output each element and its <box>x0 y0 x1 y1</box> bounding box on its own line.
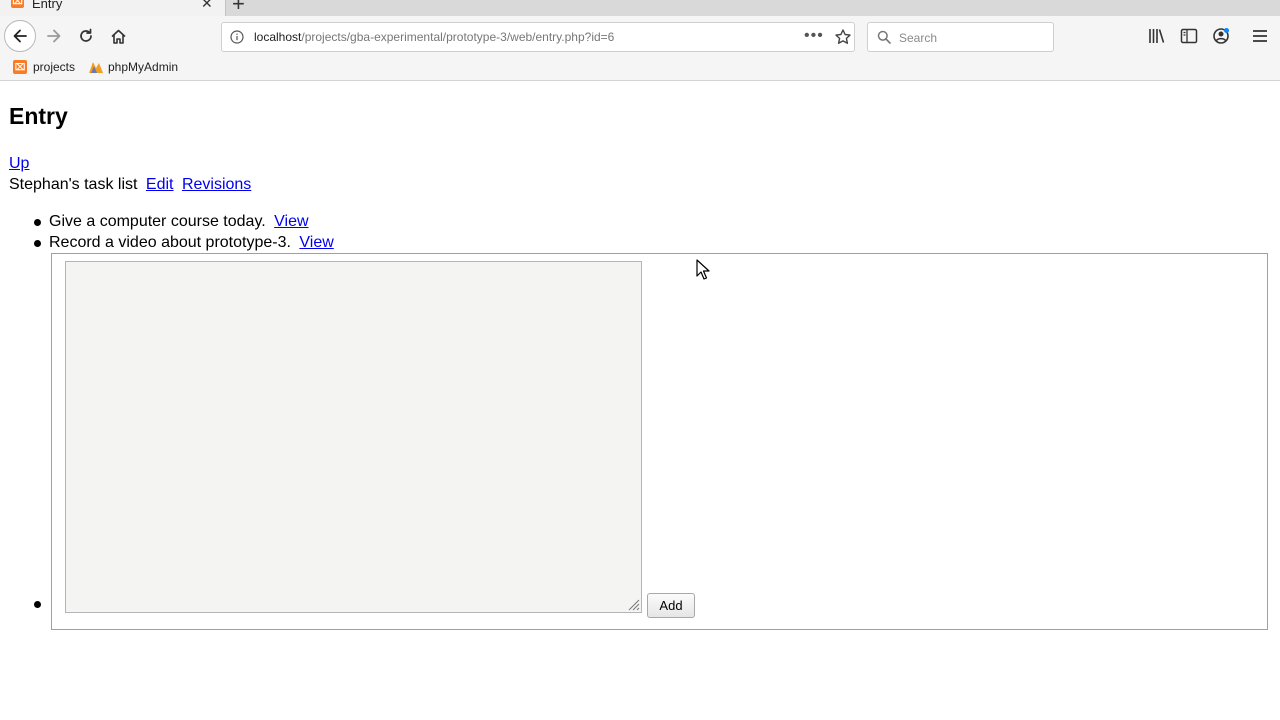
revisions-link[interactable]: Revisions <box>182 176 251 193</box>
url-path: /projects/gba-experimental/prototype-3/w… <box>301 30 615 44</box>
new-tab-button[interactable]: + <box>232 0 245 17</box>
bullet-icon <box>34 601 41 608</box>
url-bar[interactable]: localhost/projects/gba-experimental/prot… <box>221 22 855 52</box>
search-placeholder: Search <box>899 31 938 45</box>
bullet-icon <box>34 219 41 226</box>
xampp-icon: ⌧ <box>13 60 27 74</box>
bookmark-phpmyadmin[interactable]: phpMyAdmin <box>88 60 178 74</box>
back-arrow-icon <box>13 29 27 43</box>
url-text[interactable]: localhost/projects/gba-experimental/prot… <box>254 30 614 44</box>
view-link[interactable]: View <box>299 234 333 251</box>
reload-icon <box>80 28 92 42</box>
bookmarks-toolbar: ⌧ projects phpMyAdmin <box>0 58 1280 81</box>
home-icon <box>110 29 126 44</box>
mouse-cursor-icon <box>696 259 710 280</box>
search-bar[interactable]: Search <box>867 22 1054 52</box>
tab-entry[interactable]: ⌧ Entry ✕ <box>0 0 226 16</box>
xampp-icon: ⌧ <box>11 0 24 8</box>
tab-title: Entry <box>32 0 63 11</box>
view-link[interactable]: View <box>274 213 308 230</box>
new-item-textarea[interactable] <box>65 261 642 613</box>
tab-strip: ⌧ Entry ✕ + <box>0 0 1280 16</box>
bookmark-label: projects <box>33 60 76 74</box>
bookmark-label: phpMyAdmin <box>108 60 179 74</box>
bookmark-star-icon[interactable] <box>834 28 852 46</box>
list-item: Give a computer course today. View <box>49 213 309 231</box>
reload-button[interactable] <box>72 22 100 50</box>
page-actions-icon[interactable]: ••• <box>804 27 824 45</box>
forward-arrow-icon <box>47 29 61 43</box>
home-button[interactable] <box>104 22 132 50</box>
item-text: Give a computer course today. <box>49 213 266 230</box>
menu-icon[interactable] <box>1250 26 1270 46</box>
sidebar-icon[interactable] <box>1179 26 1199 46</box>
search-icon <box>877 30 891 44</box>
account-icon[interactable] <box>1211 26 1231 46</box>
close-tab-icon[interactable]: ✕ <box>201 0 213 12</box>
list-item: Record a video about prototype-3. View <box>49 234 334 252</box>
bookmark-projects[interactable]: ⌧ projects <box>13 60 75 74</box>
phpmyadmin-icon <box>89 62 103 73</box>
url-host: localhost <box>254 30 302 44</box>
edit-link[interactable]: Edit <box>146 176 174 193</box>
page-title: Entry <box>9 103 68 129</box>
entry-name: Stephan's task list <box>9 176 138 193</box>
page-content: Entry Up Stephan's task list Edit Revisi… <box>0 81 1280 720</box>
add-button[interactable]: Add <box>647 593 695 618</box>
resize-handle-icon[interactable] <box>626 597 640 611</box>
forward-button[interactable] <box>40 22 68 50</box>
item-text: Record a video about prototype-3. <box>49 234 291 251</box>
up-link[interactable]: Up <box>9 155 29 173</box>
bullet-icon <box>34 240 41 247</box>
back-button[interactable] <box>4 20 36 52</box>
library-icon[interactable] <box>1147 26 1167 46</box>
navigation-toolbar: localhost/projects/gba-experimental/prot… <box>0 16 1280 58</box>
info-icon[interactable] <box>230 30 244 44</box>
entry-header: Stephan's task list Edit Revisions <box>9 176 251 194</box>
